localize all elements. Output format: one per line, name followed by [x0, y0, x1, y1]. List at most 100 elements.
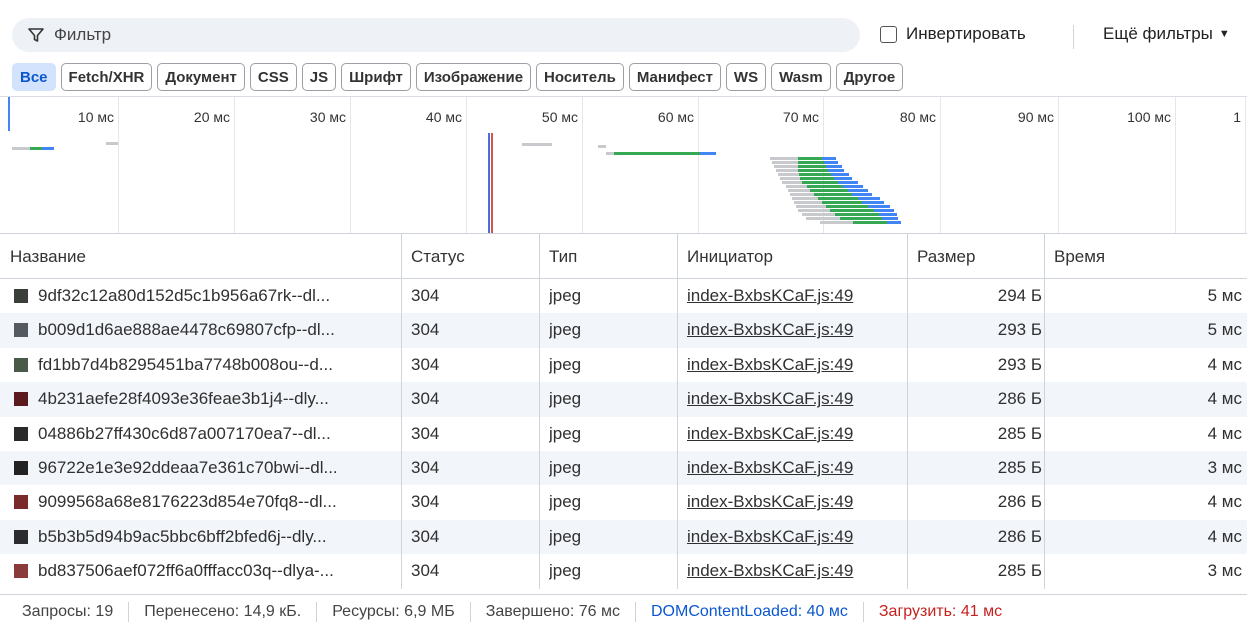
- size-cell: 286 Б: [997, 526, 1042, 546]
- table-row[interactable]: 04886b27ff430c6d87a007170ea7--dl... 304 …: [0, 417, 1247, 451]
- waterfall-bar: [820, 221, 853, 224]
- request-name-cell[interactable]: b009d1d6ae888ae4478c69807cfp--dl...: [14, 313, 394, 347]
- table-row[interactable]: 9df32c12a80d152d5c1b956a67rk--dl... 304 …: [0, 279, 1247, 313]
- initiator-link[interactable]: index-BxbsKCaF.js:49: [687, 520, 907, 554]
- size-cell: 285 Б: [997, 561, 1042, 581]
- type-cell: jpeg: [549, 561, 582, 581]
- request-name-cell[interactable]: fd1bb7d4b8295451ba7748b008ou--d...: [14, 348, 394, 382]
- initiator-link[interactable]: index-BxbsKCaF.js:49: [687, 279, 907, 313]
- column-header-time[interactable]: Время: [1044, 234, 1105, 280]
- table-row[interactable]: b5b3b5d94b9ac5bbc6bff2bfed6j--dly... 304…: [0, 519, 1247, 555]
- waterfall-bar: [882, 217, 899, 220]
- table-row[interactable]: 9099568a68e8176223d854e70fq8--dl... 304 …: [0, 485, 1247, 519]
- type-chip[interactable]: Все: [12, 63, 56, 91]
- waterfall-bar: [796, 205, 826, 208]
- initiator-link[interactable]: index-BxbsKCaF.js:49: [687, 348, 907, 382]
- initiator-link[interactable]: index-BxbsKCaF.js:49: [687, 417, 907, 451]
- timeline-gridline: [234, 97, 235, 234]
- type-chip[interactable]: WS: [725, 63, 767, 91]
- initiator-link[interactable]: index-BxbsKCaF.js:49: [687, 313, 907, 347]
- filter-placeholder: Фильтр: [54, 25, 112, 44]
- image-thumbnail-icon: [14, 564, 28, 579]
- status-cell: 304: [411, 492, 440, 512]
- table-row[interactable]: b009d1d6ae888ae4478c69807cfp--dl... 304 …: [0, 313, 1247, 348]
- column-header-type[interactable]: Тип: [539, 234, 577, 280]
- type-chip[interactable]: Другое: [835, 63, 904, 91]
- request-name: 9df32c12a80d152d5c1b956a67rk--dl...: [38, 286, 331, 305]
- request-name-cell[interactable]: 9099568a68e8176223d854e70fq8--dl...: [14, 485, 394, 519]
- table-row[interactable]: bd837506aef072ff6a0fffacc03q--dlya-... 3…: [0, 554, 1247, 588]
- waterfall-bar: [840, 217, 883, 220]
- type-chip[interactable]: Документ: [157, 63, 245, 91]
- timeline-tick-label: 20 мс: [193, 109, 230, 125]
- waterfall-bar: [798, 161, 825, 164]
- request-name-cell[interactable]: 4b231aefe28f4093e36feae3b1j4--dly...: [14, 382, 394, 416]
- type-chip[interactable]: JS: [301, 63, 337, 91]
- image-thumbnail-icon: [14, 529, 28, 544]
- status-cell: 304: [411, 389, 440, 409]
- waterfall-bar: [700, 152, 716, 155]
- load-marker: [491, 133, 493, 234]
- requests-count: Запросы: 19: [22, 602, 114, 620]
- request-name-cell[interactable]: 04886b27ff430c6d87a007170ea7--dl...: [14, 417, 394, 451]
- caret-down-icon: ▼: [1218, 28, 1230, 40]
- filter-input[interactable]: Фильтр: [12, 18, 860, 52]
- initiator-link[interactable]: index-BxbsKCaF.js:49: [687, 485, 907, 519]
- invert-label: Инвертировать: [906, 24, 1026, 43]
- request-name: bd837506aef072ff6a0fffacc03q--dlya-...: [38, 561, 334, 581]
- image-thumbnail-icon: [14, 426, 28, 441]
- more-filters-dropdown[interactable]: Ещё фильтры ▼: [1103, 24, 1230, 44]
- table-row[interactable]: 96722e1e3e92ddeaa7e361c70bwi--dl... 304 …: [0, 450, 1247, 486]
- size-cell: 294 Б: [997, 286, 1042, 305]
- type-chip[interactable]: Wasm: [771, 63, 831, 91]
- size-cell: 293 Б: [997, 320, 1042, 340]
- type-chip[interactable]: Fetch/XHR: [60, 63, 153, 91]
- timeline-range-handle[interactable]: [8, 97, 10, 131]
- request-name: b5b3b5d94b9ac5bbc6bff2bfed6j--dly...: [38, 526, 327, 546]
- waterfall-bar: [824, 161, 839, 164]
- table-row[interactable]: 4b231aefe28f4093e36feae3b1j4--dly... 304…: [0, 382, 1247, 417]
- initiator-link[interactable]: index-BxbsKCaF.js:49: [687, 451, 907, 485]
- type-chip[interactable]: CSS: [249, 63, 297, 91]
- type-chip[interactable]: Носитель: [536, 63, 624, 91]
- waterfall-bar: [867, 205, 890, 208]
- column-header-status[interactable]: Статус: [401, 234, 465, 280]
- request-name-cell[interactable]: 9df32c12a80d152d5c1b956a67rk--dl...: [14, 279, 394, 313]
- waterfall-bar: [522, 143, 552, 146]
- request-name-cell[interactable]: bd837506aef072ff6a0fffacc03q--dlya-...: [14, 554, 394, 588]
- waterfall-bar: [788, 189, 810, 192]
- timeline-tick-label: 90 мс: [1017, 109, 1054, 125]
- type-cell: jpeg: [549, 354, 582, 374]
- funnel-icon: [28, 28, 44, 42]
- waterfall-bar: [842, 185, 863, 188]
- request-name-cell[interactable]: b5b3b5d94b9ac5bbc6bff2bfed6j--dly...: [14, 520, 394, 554]
- column-header-size[interactable]: Размер: [907, 234, 975, 280]
- request-name-cell[interactable]: 96722e1e3e92ddeaa7e361c70bwi--dl...: [14, 451, 394, 485]
- column-header-name[interactable]: Название: [0, 234, 86, 280]
- divider: [316, 601, 318, 622]
- size-cell: 285 Б: [997, 457, 1042, 477]
- time-cell: 4 мс: [1207, 526, 1242, 546]
- timeline-overview[interactable]: 10 мс 20 мс 30 мс 40 мс 50 мс 60 мс 70 мс 80 мс…: [0, 96, 1247, 234]
- timeline-tick-label: 30 мс: [309, 109, 346, 125]
- waterfall-bar: [606, 152, 614, 155]
- waterfall-bar: [776, 169, 798, 172]
- dom-content-loaded-time: DOMContentLoaded: 40 мс: [650, 602, 848, 620]
- timeline-tick-label: 40 мс: [425, 109, 462, 125]
- request-name: b009d1d6ae888ae4478c69807cfp--dl...: [38, 320, 335, 340]
- image-thumbnail-icon: [14, 289, 28, 303]
- type-chip[interactable]: Изображение: [415, 63, 532, 91]
- invert-toggle[interactable]: Инвертировать: [880, 24, 1026, 44]
- type-chip[interactable]: Шрифт: [341, 63, 411, 91]
- waterfall-bar: [12, 147, 30, 150]
- request-name: 96722e1e3e92ddeaa7e361c70bwi--dl...: [38, 457, 338, 477]
- waterfall-bar: [798, 209, 830, 212]
- type-cell: jpeg: [549, 389, 582, 409]
- initiator-link[interactable]: index-BxbsKCaF.js:49: [687, 382, 907, 416]
- invert-checkbox[interactable]: [880, 25, 897, 43]
- type-chip[interactable]: Манифест: [628, 63, 721, 91]
- timeline-gridline: [350, 97, 351, 234]
- initiator-link[interactable]: index-BxbsKCaF.js:49: [687, 554, 907, 588]
- table-row[interactable]: fd1bb7d4b8295451ba7748b008ou--d... 304 j…: [0, 348, 1247, 382]
- column-header-initiator[interactable]: Инициатор: [677, 234, 773, 280]
